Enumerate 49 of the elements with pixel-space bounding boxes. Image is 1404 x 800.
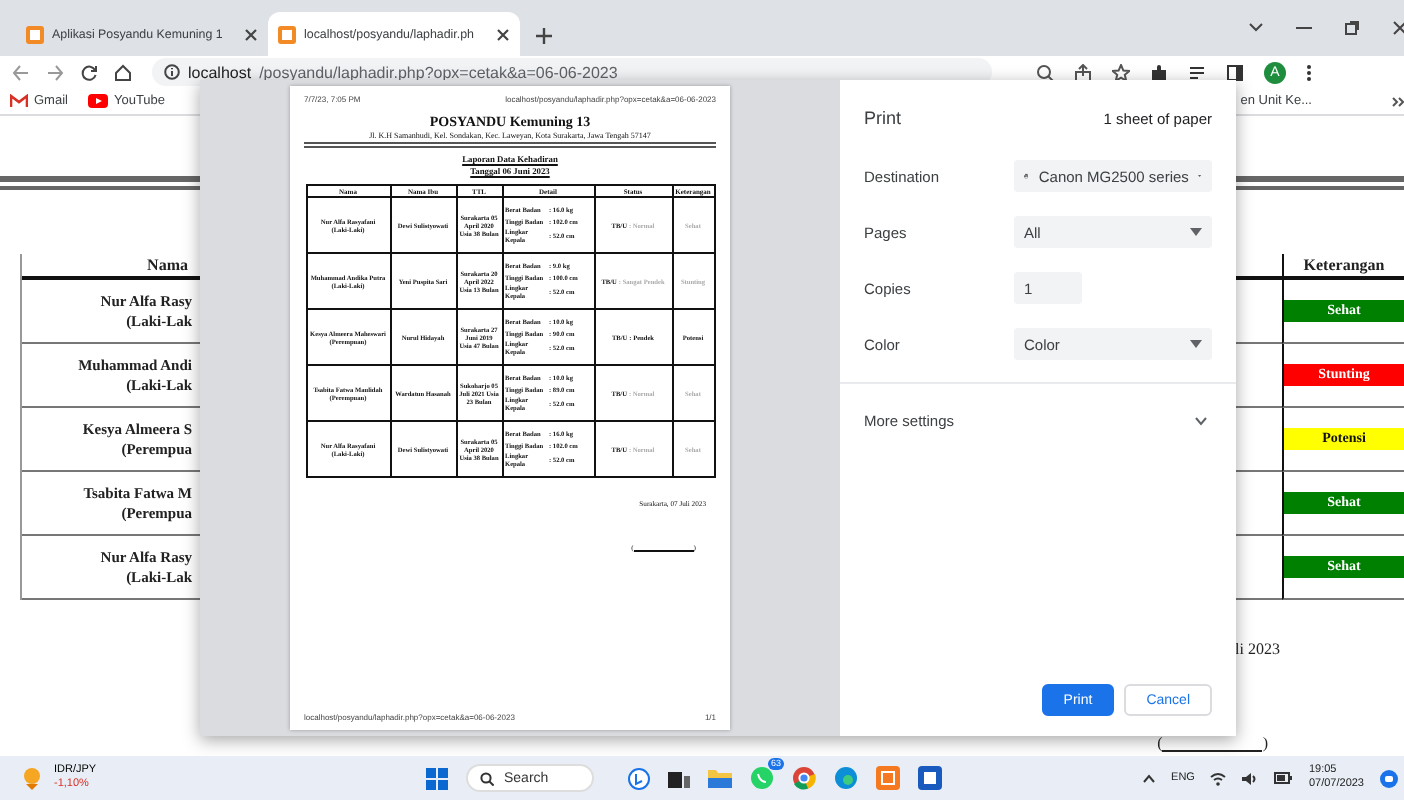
forward-icon[interactable]	[46, 63, 64, 81]
reload-icon[interactable]	[80, 63, 98, 81]
minimize-icon[interactable]	[1296, 26, 1312, 30]
play-icon	[87, 94, 108, 108]
caret-icon	[1190, 228, 1202, 236]
date-text: li 2023	[1235, 640, 1280, 658]
close-icon[interactable]	[1392, 20, 1404, 36]
queue-icon[interactable]	[1188, 63, 1206, 81]
page-icon	[278, 25, 296, 43]
page-icon	[26, 25, 44, 43]
weather-icon[interactable]	[20, 766, 44, 790]
chevron-up-icon[interactable]	[1141, 773, 1156, 783]
start-icon[interactable]	[426, 767, 448, 789]
home-icon[interactable]	[114, 63, 132, 81]
battery-icon[interactable]	[1274, 772, 1293, 784]
wifi-icon[interactable]	[1210, 771, 1227, 785]
star-icon[interactable]	[1112, 63, 1130, 81]
task-view-icon[interactable]	[668, 767, 690, 789]
share-icon[interactable]	[1074, 63, 1092, 81]
side-panel-icon[interactable]	[1226, 63, 1244, 81]
close-icon[interactable]	[244, 27, 258, 41]
signature-bracket: (	[1157, 734, 1163, 752]
menu-icon[interactable]	[1306, 63, 1312, 81]
edge-icon[interactable]	[834, 766, 858, 790]
mail-icon	[10, 94, 28, 108]
column-header: Keterangan	[1282, 254, 1404, 280]
info-icon[interactable]	[164, 64, 180, 80]
app-icon[interactable]	[876, 766, 900, 790]
back-icon[interactable]	[12, 63, 30, 81]
signature-bracket: )	[1262, 734, 1268, 752]
more-bookmarks-icon[interactable]	[1392, 95, 1404, 107]
close-icon[interactable]	[496, 27, 510, 41]
chat-icon[interactable]	[750, 766, 774, 790]
puzzle-icon[interactable]	[1150, 63, 1168, 81]
caret-icon	[1190, 340, 1202, 348]
chevron-down-icon[interactable]	[1248, 22, 1264, 34]
speaker-icon[interactable]	[1242, 771, 1259, 785]
notification-icon[interactable]	[1380, 769, 1398, 787]
bing-icon[interactable]	[628, 767, 650, 789]
zoom-icon[interactable]	[1036, 63, 1054, 81]
signature-line	[633, 544, 694, 552]
search-icon	[480, 771, 494, 785]
new-tab-icon[interactable]	[536, 28, 552, 44]
chevron-down-icon[interactable]	[1194, 415, 1208, 425]
dialog-title: Print	[864, 108, 902, 128]
chrome-icon[interactable]	[792, 766, 816, 790]
folder-icon[interactable]	[708, 768, 732, 788]
restore-icon[interactable]	[1344, 20, 1360, 36]
word-icon[interactable]	[918, 766, 942, 790]
